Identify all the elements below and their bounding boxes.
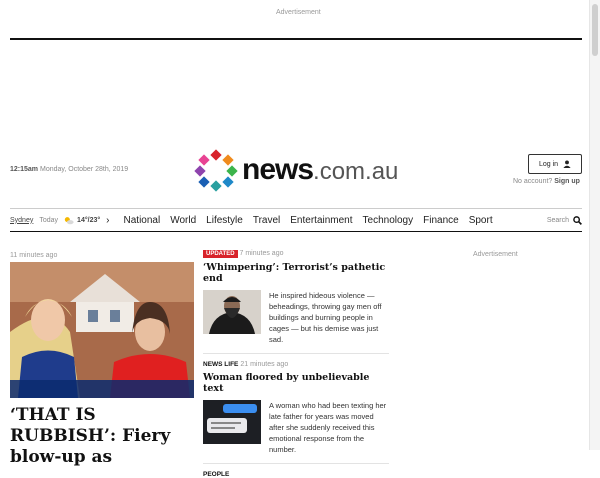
story-thumbnail[interactable] [203, 290, 261, 334]
signup-link[interactable]: Sign up [554, 178, 580, 185]
nav-links: National World Lifestyle Travel Entertai… [124, 215, 493, 226]
divider [203, 463, 389, 464]
today-label: Today [39, 216, 59, 224]
lead-story-title[interactable]: ‘THAT IS RUBBISH’: Fiery blow-up as [10, 405, 198, 468]
story-thumbnail[interactable] [203, 400, 261, 444]
story-item[interactable]: NEWS LIFE 21 minutes ago Woman floored b… [203, 361, 389, 455]
user-icon [563, 160, 571, 168]
nav-item-technology[interactable]: Technology [363, 215, 414, 226]
chevron-right-icon[interactable]: › [106, 215, 109, 226]
divider [203, 353, 389, 354]
nav-item-finance[interactable]: Finance [423, 215, 459, 226]
login-label: Log in [538, 160, 559, 168]
logo-dots-icon [194, 149, 238, 192]
main-navbar: Sydney Today 14°/23° › National World Li… [10, 208, 582, 232]
nav-item-national[interactable]: National [124, 215, 161, 226]
nav-item-lifestyle[interactable]: Lifestyle [206, 215, 243, 226]
search-button[interactable]: Search [546, 215, 582, 225]
updated-badge: UPDATED [203, 250, 238, 258]
header-datetime: 12:15am Monday, October 28th, 2019 [10, 166, 128, 173]
location-selector[interactable]: Sydney [10, 217, 33, 224]
story-list: UPDATED 7 minutes ago ‘Whimpering’: Terr… [203, 250, 389, 478]
nav-item-world[interactable]: World [170, 215, 196, 226]
section-label: PEOPLE [203, 471, 230, 478]
story-summary: A woman who had been texting her late fa… [269, 401, 387, 454]
no-account-text: No account? [513, 178, 553, 185]
story-time: 21 minutes ago [240, 361, 289, 368]
scroll-thumb[interactable] [592, 4, 598, 56]
weather-widget[interactable]: 14°/23° [64, 216, 100, 225]
login-button[interactable]: Log in [528, 154, 582, 174]
page-scrollbar[interactable] [589, 0, 600, 450]
header-date: Monday, October 28th, 2019 [39, 166, 129, 173]
no-account-line: No account? Sign up [513, 178, 580, 185]
header-time: 12:15am [10, 166, 39, 173]
header-rule [10, 38, 582, 40]
story-summary: He inspired hideous violence — beheading… [269, 291, 382, 344]
nav-item-sport[interactable]: Sport [469, 215, 493, 226]
story-time: 7 minutes ago [239, 250, 284, 257]
weather-temps: 14°/23° [77, 216, 101, 224]
nav-item-travel[interactable]: Travel [253, 215, 280, 226]
search-label: Search [546, 216, 569, 224]
lead-story-time: 11 minutes ago [10, 252, 58, 259]
right-ad-label: Advertisement [473, 251, 518, 258]
nav-item-entertainment[interactable]: Entertainment [290, 215, 352, 226]
section-label: NEWS LIFE [203, 361, 239, 368]
story-title[interactable]: Woman floored by unbelievable text [203, 372, 389, 394]
story-item[interactable]: UPDATED 7 minutes ago ‘Whimpering’: Terr… [203, 250, 389, 345]
lead-story-image[interactable] [10, 262, 194, 398]
sun-cloud-icon [64, 216, 74, 224]
logo-wordmark: news.com.au [242, 153, 399, 186]
magnifier-icon [573, 215, 582, 225]
top-ad-label: Advertisement [276, 9, 321, 16]
site-logo[interactable]: news.com.au [194, 149, 399, 192]
story-title[interactable]: ‘Whimpering’: Terrorist’s pathetic end [203, 262, 389, 284]
